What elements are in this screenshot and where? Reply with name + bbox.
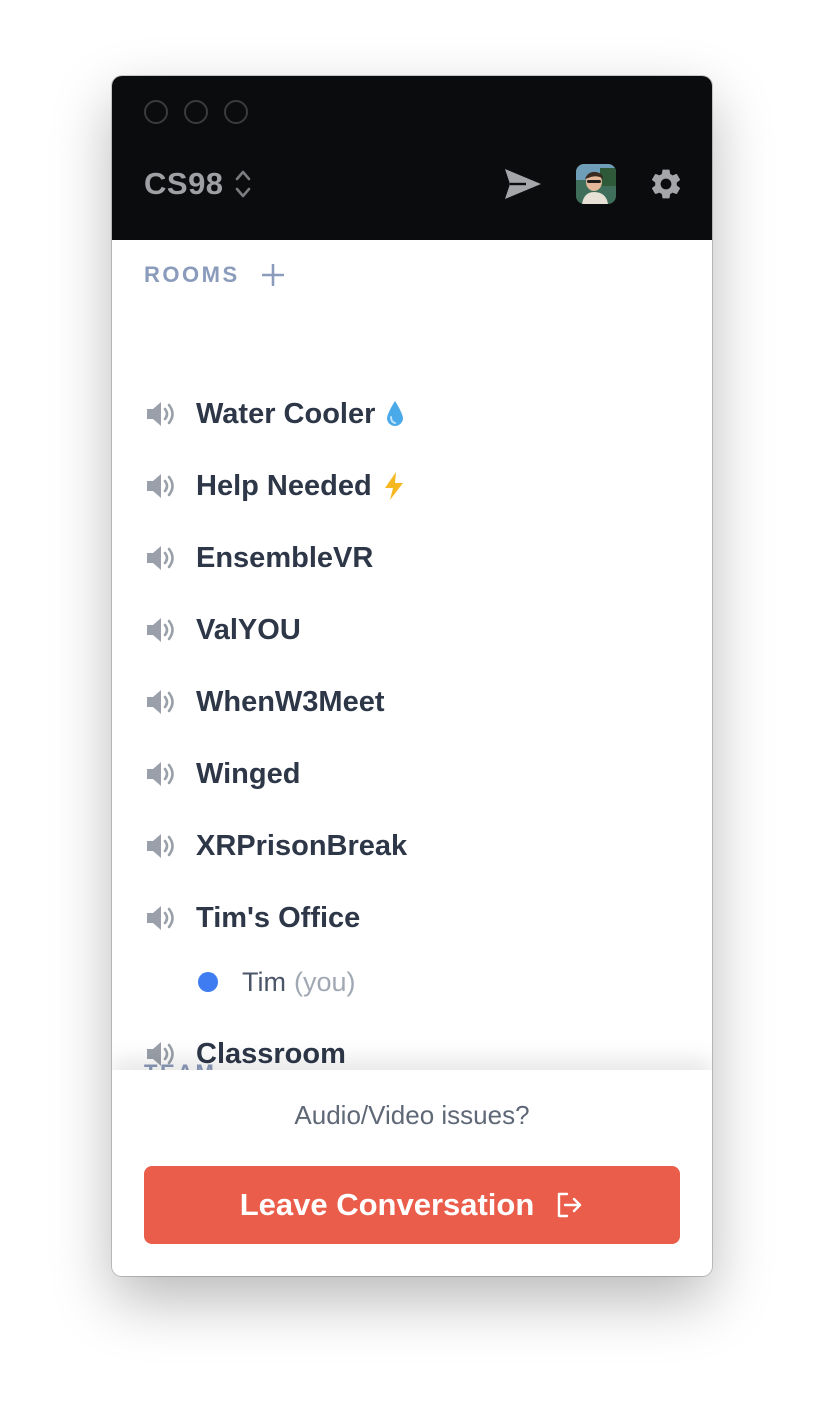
rooms-panel: ROOMS Water Cooler Help Needed EnsembleV…: [112, 240, 712, 1070]
droplet-icon: [385, 400, 405, 428]
room-item[interactable]: Water Cooler: [144, 390, 624, 438]
footer: Audio/Video issues? Leave Conversation: [112, 1070, 712, 1276]
room-occupant[interactable]: Tim (you): [198, 962, 356, 1002]
room-name: EnsembleVR: [196, 541, 374, 574]
speaker-icon: [147, 834, 174, 858]
rooms-header: ROOMS: [144, 262, 284, 288]
room-item[interactable]: WhenW3Meet: [144, 678, 624, 726]
zoom-window-button[interactable]: [224, 100, 248, 124]
chevron-up-down-icon: [235, 170, 250, 198]
window-controls: [144, 100, 248, 124]
room-item[interactable]: Tim's Office: [144, 894, 624, 942]
minimize-window-button[interactable]: [184, 100, 208, 124]
leave-button-label: Leave Conversation: [239, 1187, 535, 1222]
occupant-you-label: (you): [293, 966, 356, 997]
window-header: CS98: [112, 76, 712, 240]
room-name: ValYOU: [196, 613, 301, 646]
speaker-icon: [147, 762, 174, 786]
room-name: Help Needed: [196, 469, 372, 502]
speaker-icon: [147, 402, 174, 426]
app-window: CS98 ROOMS Water Cooler Help Needed Ense…: [112, 76, 712, 1276]
add-room-icon[interactable]: [261, 264, 284, 286]
leave-conversation-button[interactable]: Leave Conversation: [144, 1166, 680, 1244]
speaker-icon: [147, 906, 174, 930]
room-item[interactable]: Winged: [144, 750, 624, 798]
team-switcher[interactable]: CS98: [144, 164, 252, 204]
online-status-dot: [198, 972, 218, 992]
room-item[interactable]: Help Needed: [144, 462, 624, 510]
close-window-button[interactable]: [144, 100, 168, 124]
gear-icon[interactable]: [648, 164, 684, 204]
room-name: XRPrisonBreak: [196, 829, 408, 862]
room-name: Winged: [196, 757, 301, 790]
exit-icon: [558, 1192, 582, 1218]
lightning-icon: [382, 471, 406, 501]
speaker-icon: [147, 690, 174, 714]
room-item[interactable]: ValYOU: [144, 606, 624, 654]
room-name: Water Cooler: [196, 397, 376, 430]
send-icon[interactable]: [504, 164, 542, 204]
room-name: Tim's Office: [196, 901, 361, 934]
av-issues-link[interactable]: Audio/Video issues?: [112, 1100, 712, 1131]
team-section-label: TEAM: [144, 1060, 216, 1070]
speaker-icon: [147, 546, 174, 570]
speaker-icon: [147, 474, 174, 498]
rooms-section-label: ROOMS: [144, 262, 240, 287]
room-name: Classroom: [196, 1037, 346, 1070]
occupant-name: Tim: [242, 966, 286, 997]
team-name: CS98: [144, 166, 224, 201]
avatar[interactable]: [576, 164, 616, 204]
speaker-icon: [147, 618, 174, 642]
room-item[interactable]: XRPrisonBreak: [144, 822, 624, 870]
room-item[interactable]: EnsembleVR: [144, 534, 624, 582]
room-name: WhenW3Meet: [196, 685, 385, 718]
